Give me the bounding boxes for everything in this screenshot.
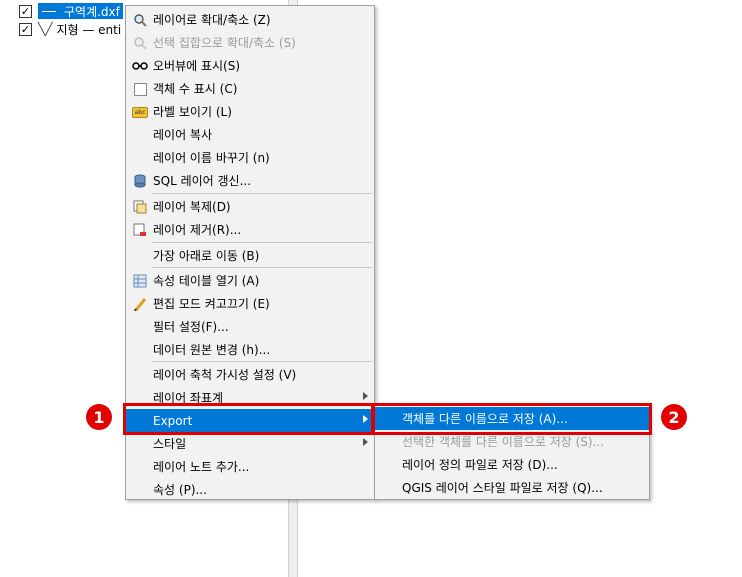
annotation-badge-1: 1 <box>86 404 112 430</box>
menu-item-copy-layer[interactable]: 레이어 복사 <box>126 123 374 146</box>
menu-item-show-feature-count[interactable]: 객체 수 표시 (C) <box>126 77 374 100</box>
annotation-box-export <box>123 403 374 435</box>
submenu-arrow-icon <box>363 392 368 400</box>
layer-visibility-checkbox[interactable]: ✓ <box>19 22 32 36</box>
menu-separator <box>152 267 372 268</box>
menu-item-styles[interactable]: 스타일 <box>126 432 374 455</box>
layer-name: 지형 — enti <box>56 22 122 37</box>
pencil-icon <box>132 296 148 312</box>
line-symbol-icon <box>40 5 58 17</box>
annotation-box-save-as <box>372 403 652 435</box>
menu-item-scale-visibility[interactable]: 레이어 축척 가시성 설정 (V) <box>126 363 374 386</box>
menu-item-move-to-bottom[interactable]: 가장 아래로 이동 (B) <box>126 244 374 267</box>
menu-item-change-data-source[interactable]: 데이터 원본 변경 (h)... <box>126 338 374 361</box>
zoom-selection-icon <box>132 35 148 51</box>
remove-layer-icon <box>132 222 148 238</box>
menu-item-filter[interactable]: 필터 설정(F)... <box>126 315 374 338</box>
menu-item-add-layer-notes[interactable]: 레이어 노트 추가... <box>126 455 374 478</box>
menu-item-rename-layer[interactable]: 레이어 이름 바꾸기 (n) <box>126 146 374 169</box>
menu-item-duplicate-layer[interactable]: 레이어 복제(D) <box>126 195 374 218</box>
zoom-layer-icon <box>132 12 148 28</box>
menu-item-show-in-overview[interactable]: 오버뷰에 표시(S) <box>126 54 374 77</box>
duplicate-icon <box>132 199 148 215</box>
layer-row-jihyeong[interactable]: ✓ ╲╱ 지형 — enti <box>0 20 121 38</box>
submenu-item-save-qgis-style[interactable]: QGIS 레이어 스타일 파일로 저장 (Q)... <box>375 476 649 499</box>
menu-item-show-labels[interactable]: abc 라벨 보이기 (L) <box>126 100 374 123</box>
menu-item-zoom-to-selection[interactable]: 선택 집합으로 확대/축소 (S) <box>126 31 374 54</box>
overview-icon <box>132 58 148 74</box>
checkbox-icon <box>132 81 148 97</box>
menu-item-remove-layer[interactable]: 레이어 제거(R)... <box>126 218 374 241</box>
annotation-badge-2: 2 <box>661 404 687 430</box>
layer-name: 구역계.dxf <box>64 4 120 19</box>
menu-item-properties[interactable]: 속성 (P)... <box>126 478 374 501</box>
menu-item-zoom-to-layer[interactable]: 레이어로 확대/축소 (Z) <box>126 8 374 31</box>
menu-separator <box>152 193 372 194</box>
submenu-arrow-icon <box>363 438 368 446</box>
menu-item-update-sql-layer[interactable]: SQL 레이어 갱신... <box>126 169 374 192</box>
menu-item-open-attribute-table[interactable]: 속성 테이블 열기 (A) <box>126 269 374 292</box>
label-icon: abc <box>132 104 148 120</box>
menu-separator <box>152 361 372 362</box>
layer-row-guyeokgye[interactable]: ✓ 구역계.dxf <box>0 2 123 20</box>
submenu-item-save-layer-definition[interactable]: 레이어 정의 파일로 저장 (D)... <box>375 453 649 476</box>
menu-separator <box>152 242 372 243</box>
layer-visibility-checkbox[interactable]: ✓ <box>19 4 32 18</box>
table-icon <box>132 273 148 289</box>
database-icon <box>132 173 148 189</box>
line-geometry-icon: ╲╱ <box>38 22 53 36</box>
menu-item-toggle-editing[interactable]: 편집 모드 켜고끄기 (E) <box>126 292 374 315</box>
